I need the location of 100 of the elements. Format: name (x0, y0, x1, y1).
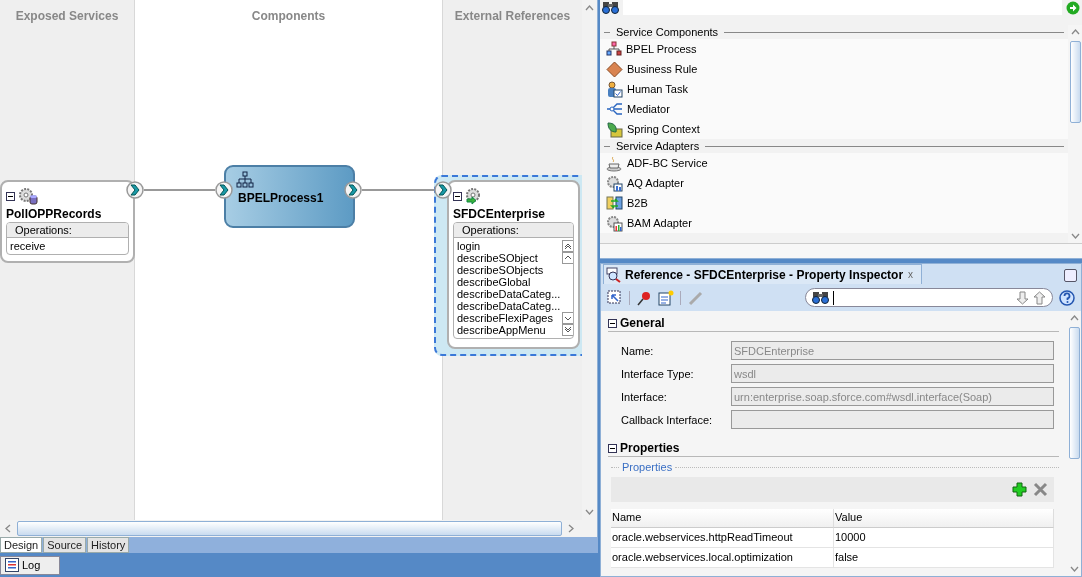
leaf-box-icon (606, 120, 623, 138)
person-task-icon (606, 80, 623, 98)
operation-item[interactable]: describeDataCateg... (457, 300, 561, 312)
chevron-up-icon (564, 254, 573, 262)
section-title[interactable]: Properties (620, 441, 680, 455)
collapse-icon[interactable] (608, 318, 617, 328)
list-icon (5, 558, 19, 572)
field-label: Callback Interface: (621, 413, 714, 426)
operation-item[interactable]: describeGlobal (457, 276, 561, 288)
editor-tab[interactable]: History (87, 537, 130, 553)
palette-item[interactable]: BPEL Process (600, 39, 1068, 59)
branching-arrows-icon (606, 101, 623, 117)
double-chevron-down-icon (564, 326, 573, 334)
magnifier-icon (606, 266, 622, 283)
collapse-icon[interactable] (608, 443, 617, 453)
hierarchy-icon (236, 171, 254, 189)
scroll-down-button[interactable] (562, 312, 573, 324)
chevron-port-icon[interactable] (126, 181, 144, 199)
scroll-left-icon[interactable] (4, 524, 13, 533)
binoculars-icon (812, 291, 829, 304)
field-label: Name: (621, 344, 655, 357)
collapse-icon[interactable] (453, 191, 462, 201)
table-cell[interactable]: false (834, 548, 1054, 568)
chevron-port-icon[interactable] (344, 181, 362, 199)
bpel-process-node[interactable]: BPELProcess1 (224, 165, 355, 228)
section-title[interactable]: General (620, 316, 665, 330)
service-card[interactable]: PollOPPRecords Operations: receive (0, 180, 135, 263)
scroll-up-icon[interactable] (1070, 28, 1080, 37)
edit-note-icon[interactable] (658, 289, 674, 306)
next-arrow-icon[interactable] (1016, 290, 1029, 305)
palette-section-title[interactable]: Service Adapters (616, 140, 700, 152)
scroll-up-icon[interactable] (1069, 314, 1079, 323)
pencil-icon[interactable] (687, 289, 703, 306)
operation-item[interactable]: login (457, 240, 561, 252)
column-header[interactable]: Name (611, 509, 834, 528)
editor-tab[interactable]: Design (0, 537, 43, 553)
help-icon[interactable] (1059, 289, 1075, 306)
operations-header: Operations: (7, 223, 128, 238)
node-title: PollOPPRecords (6, 207, 103, 221)
palette-item[interactable]: BAM Adapter (600, 213, 1068, 233)
scroll-up-button[interactable] (562, 252, 573, 264)
palette-section-title[interactable]: Service Components (616, 26, 719, 38)
close-button[interactable]: x (906, 269, 916, 280)
chevron-port-icon[interactable] (434, 181, 452, 199)
operations-header: Operations: (454, 223, 573, 238)
inspector-tab[interactable]: Reference - SFDCEnterprise - Property Inspector x (603, 264, 923, 284)
node-title: SFDCEnterprise (453, 207, 547, 221)
palette-item[interactable]: Mediator (600, 99, 1068, 119)
minimize-button[interactable] (1064, 269, 1077, 282)
select-icon[interactable] (607, 289, 623, 306)
horizontal-scrollbar[interactable] (0, 520, 597, 537)
scrollbar-thumb[interactable] (17, 521, 562, 536)
log-tab[interactable]: Log (0, 555, 60, 575)
scroll-down-icon[interactable] (1069, 564, 1079, 573)
add-icon[interactable] (1012, 482, 1027, 497)
scroll-top-button[interactable] (562, 240, 573, 252)
inspector-search-field[interactable] (805, 288, 1053, 307)
operation-item[interactable]: receive (10, 240, 125, 252)
operation-item[interactable]: describeAppMenu (457, 324, 561, 336)
collapse-icon[interactable] (6, 191, 15, 201)
gear-chart-icon (606, 174, 623, 192)
scroll-right-icon[interactable] (566, 524, 575, 533)
editor-tab[interactable]: Source (43, 537, 87, 553)
table-cell[interactable]: 10000 (834, 528, 1054, 548)
scroll-down-icon[interactable] (585, 507, 594, 516)
palette-item[interactable]: Spring Context (600, 119, 1068, 139)
connector-line (362, 189, 434, 191)
pin-icon[interactable] (636, 289, 652, 306)
gear-bar-chart-icon (606, 214, 623, 232)
operation-item[interactable]: describeDataCateg... (457, 288, 561, 300)
group-title: Properties (622, 461, 673, 473)
coffee-cup-icon (606, 154, 623, 172)
binoculars-icon (602, 1, 619, 14)
operation-item[interactable]: describeSObject (457, 252, 561, 264)
diamond-icon (606, 60, 623, 78)
palette-item[interactable]: Business Rule (600, 59, 1068, 79)
lane-title: External References (454, 9, 571, 23)
connector-line (144, 189, 215, 191)
scroll-bottom-button[interactable] (562, 324, 573, 336)
palette-item[interactable]: B2B (600, 193, 1068, 213)
column-header[interactable]: Value (834, 509, 1054, 528)
node-title: BPELProcess1 (237, 191, 325, 205)
scroll-up-icon[interactable] (585, 4, 594, 13)
palette-item[interactable]: AQ Adapter (600, 173, 1068, 193)
chevron-port-icon[interactable] (215, 181, 233, 199)
field-label: Interface Type: (621, 367, 695, 380)
hierarchy-icon (606, 41, 622, 57)
field-label: Interface: (621, 390, 668, 403)
table-cell[interactable]: oracle.webservices.local.optimization (611, 548, 834, 568)
double-chevron-up-icon (564, 242, 573, 250)
palette-item[interactable]: Human Task (600, 79, 1068, 99)
table-cell[interactable]: oracle.webservices.httpReadTimeout (611, 528, 834, 548)
reference-card[interactable]: SFDCEnterprise Operations: login describeSObject describeSObjects describeGlobal describeDataCateg... describeDataCateg... describeFlexiPages describeAppMenu (447, 180, 580, 349)
previous-arrow-icon[interactable] (1033, 290, 1046, 305)
operation-item[interactable]: describeSObjects (457, 264, 561, 276)
operation-item[interactable]: describeFlexiPages (457, 312, 561, 324)
delete-icon[interactable] (1033, 482, 1048, 497)
text-field[interactable] (731, 410, 1054, 429)
scroll-down-icon[interactable] (1070, 231, 1080, 240)
palette-item[interactable]: ADF-BC Service (600, 153, 1068, 173)
